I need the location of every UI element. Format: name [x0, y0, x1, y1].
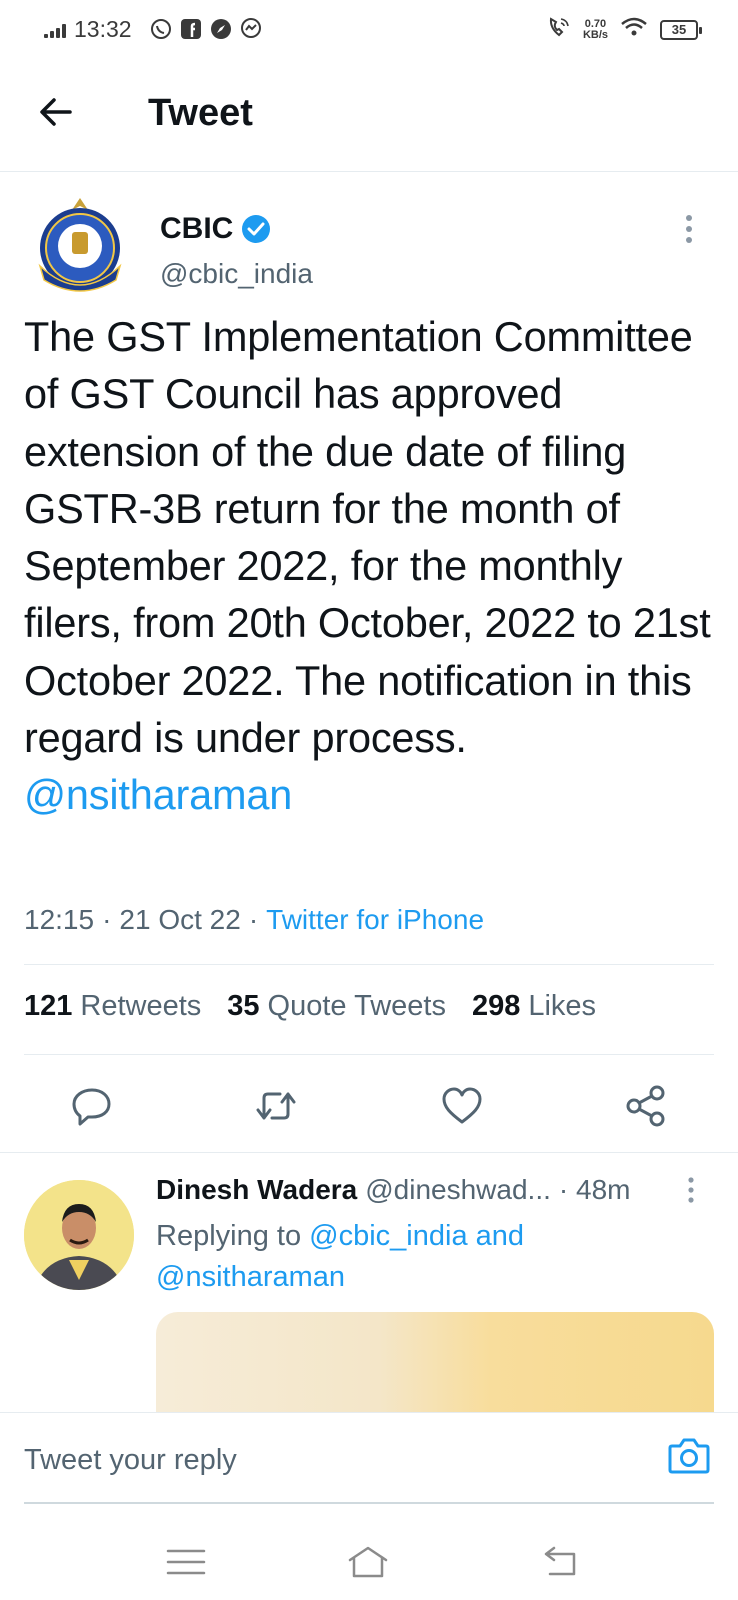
page-title: Tweet [148, 92, 253, 134]
divider [24, 1054, 714, 1055]
tweet-body: The GST Implementation Committee of GST … [24, 313, 711, 762]
messenger-icon [240, 18, 262, 40]
call-icon [547, 16, 571, 43]
like-heart-icon[interactable] [440, 1084, 484, 1128]
reply-icon[interactable] [70, 1084, 114, 1128]
reply-composer [0, 1412, 738, 1510]
divider [24, 964, 714, 965]
reply-time: · 48m [558, 1174, 631, 1205]
tweet-time: 12:15 [24, 904, 95, 935]
replying-to-nsitharaman-link[interactable]: @nsitharaman [156, 1261, 345, 1293]
compass-icon [210, 18, 232, 40]
replying-prefix: Replying to [156, 1220, 302, 1252]
replying-to-cbic-link[interactable]: @cbic_india [309, 1220, 467, 1252]
reply-media-image[interactable] [156, 1312, 714, 1422]
retweets-stat[interactable]: 121 Retweets [24, 990, 201, 1023]
replying-and[interactable]: and [476, 1220, 524, 1252]
status-time: 13:32 [74, 16, 132, 42]
mention-link[interactable]: @nsitharaman [24, 766, 714, 823]
verified-badge-icon [241, 214, 271, 244]
meta-separator: · [102, 904, 112, 935]
more-options-icon[interactable] [680, 214, 698, 244]
system-nav-bar [0, 1520, 738, 1600]
tweet-meta: 12:15 · 21 Oct 22 · Twitter for iPhone [24, 904, 484, 936]
retweet-icon[interactable] [254, 1084, 298, 1128]
back-icon[interactable] [540, 1542, 584, 1582]
reply-author-avatar[interactable] [24, 1180, 134, 1290]
author-handle[interactable]: @cbic_india [160, 258, 313, 290]
reply-author-handle[interactable]: @dineshwad... [365, 1174, 551, 1206]
network-speed: 0.70 KB/s [582, 17, 608, 41]
tweet-client-link[interactable]: Twitter for iPhone [266, 904, 484, 936]
reply-more-options-icon[interactable] [684, 1176, 698, 1204]
cbic-logo-avatar[interactable] [26, 196, 134, 304]
meta-separator: · [248, 904, 259, 935]
reply-author-name[interactable]: Dinesh Wadera [156, 1174, 357, 1206]
battery-icon: 35 [660, 19, 702, 40]
wifi-icon [620, 16, 648, 43]
tweet-stats: 121 Retweets 35 Quote Tweets 298 Likes [24, 990, 596, 1023]
menu-icon[interactable] [164, 1542, 208, 1582]
tweet-actions [0, 1084, 738, 1128]
likes-stat[interactable]: 298 Likes [472, 990, 596, 1023]
status-bar: 13:32 0.70 KB/s 35 [0, 0, 738, 60]
signal-icon [44, 24, 68, 38]
section-divider [0, 1152, 738, 1153]
replying-to: Replying to @cbic_india and @nsitharaman [156, 1216, 716, 1298]
reply-input[interactable] [24, 1437, 624, 1483]
reply-header: Dinesh Wadera @dineshwad... · 48m [156, 1174, 630, 1206]
back-arrow-icon[interactable] [34, 90, 78, 134]
quote-tweets-stat[interactable]: 35 Quote Tweets [227, 990, 446, 1023]
home-icon[interactable] [346, 1542, 390, 1582]
author-name[interactable]: CBIC [160, 212, 233, 246]
top-app-bar: Tweet [0, 60, 738, 172]
camera-icon[interactable] [666, 1433, 712, 1479]
tweet-date: 21 Oct 22 [119, 904, 241, 935]
whatsapp-icon [150, 18, 172, 40]
composer-underline [24, 1502, 714, 1504]
facebook-icon [180, 18, 202, 40]
share-icon[interactable] [624, 1084, 668, 1128]
tweet-text: The GST Implementation Committee of GST … [24, 308, 714, 824]
